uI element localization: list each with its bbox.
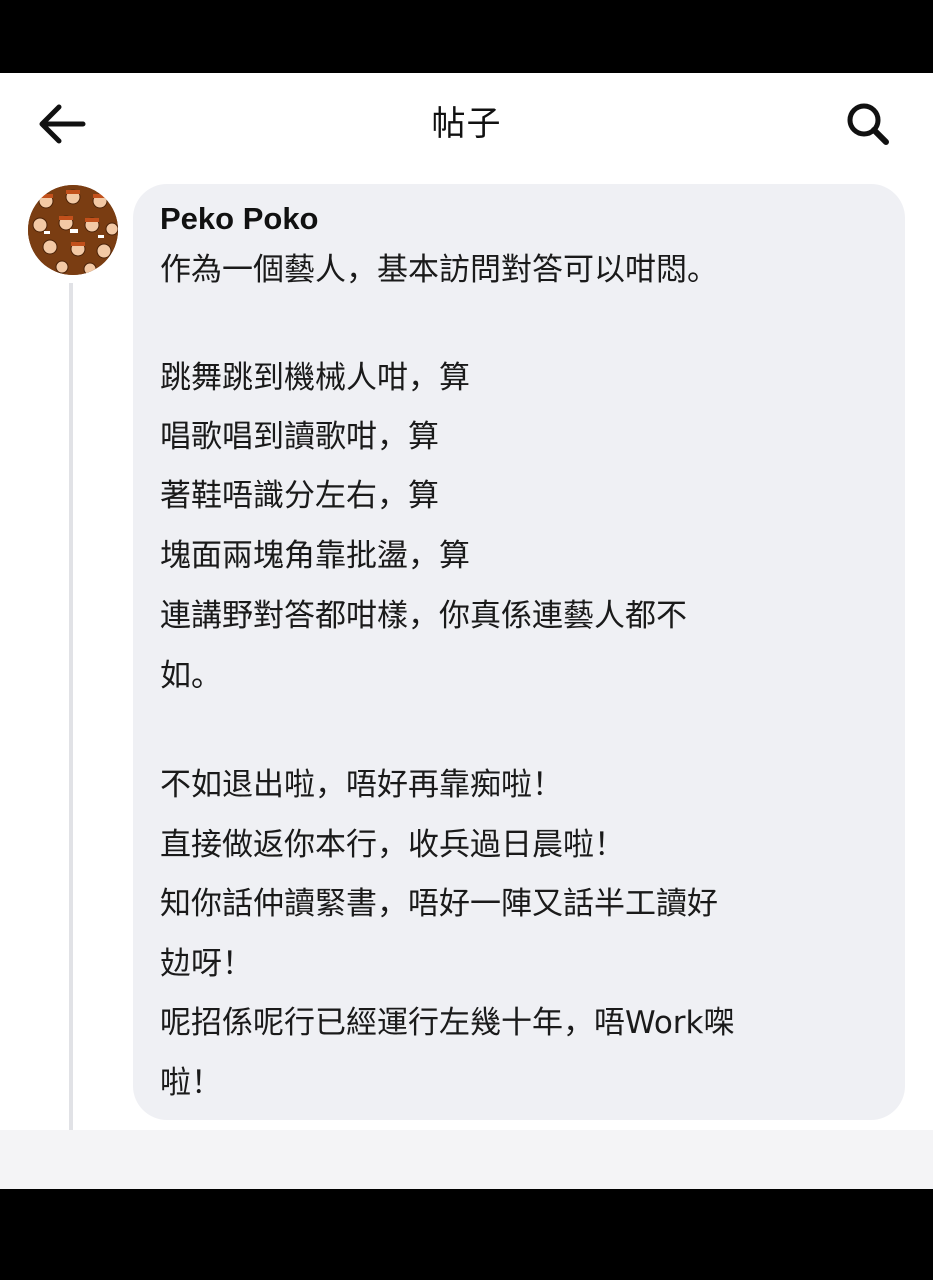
comment-line: 攰呀！ xyxy=(160,946,253,982)
comment-line: 呢招係呢行已經運行左幾十年，唔Work㗎 xyxy=(160,1005,735,1041)
comment-line: 知你話仲讀緊書，唔好一陣又話半工讀好 xyxy=(160,886,718,922)
comment-line: 塊面兩塊角靠批盪，算 xyxy=(160,538,470,574)
status-bar-area xyxy=(0,0,933,73)
search-button[interactable] xyxy=(840,98,896,150)
comment-line: 跳舞跳到機械人咁，算 xyxy=(160,360,470,396)
page-title: 帖子 xyxy=(431,104,502,144)
comment-line: 直接做返你本行，收兵過日晨啦！ xyxy=(160,827,625,863)
bottom-bar-area xyxy=(0,1130,933,1189)
navigation-bar-area xyxy=(0,1189,933,1280)
comment-line: 作為一個藝人，基本訪問對答可以咁悶。 xyxy=(160,252,718,288)
comment-line: 著鞋唔識分左右，算 xyxy=(160,478,439,514)
comment-line: 如。 xyxy=(160,658,222,694)
search-icon xyxy=(847,103,889,145)
comment-line: 啦！ xyxy=(160,1065,222,1101)
comment-line: 不如退出啦，唔好再靠痴啦！ xyxy=(160,767,563,803)
comment-author[interactable]: Peko Poko xyxy=(160,199,319,239)
comment-line: 唱歌唱到讀歌咁，算 xyxy=(160,419,439,455)
avatar[interactable] xyxy=(28,185,118,275)
comment-line: 連講野對答都咁樣，你真係連藝人都不 xyxy=(160,598,687,634)
avatar-pattern xyxy=(28,185,118,275)
thread-line xyxy=(69,283,73,1130)
